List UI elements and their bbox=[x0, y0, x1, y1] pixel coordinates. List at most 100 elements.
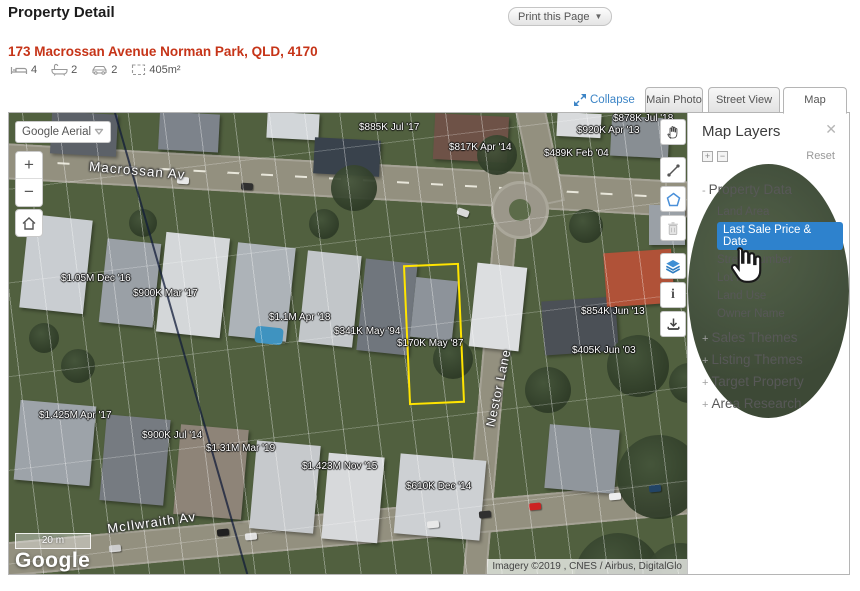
layer-item-lot-plan[interactable]: Lot Plan bbox=[717, 269, 843, 287]
swimming-pool bbox=[254, 326, 284, 346]
cars-attribute: 2 bbox=[91, 63, 117, 76]
download-icon bbox=[666, 317, 681, 332]
sale-price-label: $854K Jun '13 bbox=[581, 306, 645, 317]
sale-price-label: $610K Dec '14 bbox=[406, 481, 471, 492]
chevron-down-icon bbox=[94, 128, 104, 136]
base-layer-selector[interactable]: Google Aerial bbox=[15, 121, 111, 143]
layers-tree: -Property Data Land Area Last Sale Price… bbox=[688, 164, 849, 418]
tree bbox=[331, 165, 377, 211]
layer-item-street-number[interactable]: Street Number bbox=[717, 251, 843, 269]
collapse-link[interactable]: Collapse bbox=[574, 94, 635, 106]
layer-item-owner-name[interactable]: Owner Name bbox=[717, 305, 843, 323]
tree bbox=[569, 209, 603, 243]
info-button[interactable]: i bbox=[660, 282, 686, 308]
car bbox=[609, 492, 622, 500]
map-layers-panel: Map Layers ✕ + − Reset -Property Data La… bbox=[687, 113, 849, 574]
home-button[interactable] bbox=[15, 209, 43, 237]
close-icon[interactable]: ✕ bbox=[825, 123, 837, 135]
delete-trash-button bbox=[660, 215, 686, 241]
delete-trash-icon bbox=[666, 221, 680, 236]
expand-twisty-icon: + bbox=[702, 333, 708, 345]
bath-icon bbox=[51, 63, 68, 76]
panel-title: Map Layers bbox=[702, 123, 780, 140]
map-toolbar: i bbox=[660, 119, 686, 337]
sale-price-label: $489K Feb '04 bbox=[544, 148, 609, 159]
section-property-data[interactable]: -Property Data bbox=[702, 182, 843, 197]
zoom-in-button[interactable]: + bbox=[16, 152, 42, 179]
building-roof bbox=[394, 453, 487, 540]
pan-hand-button[interactable] bbox=[660, 119, 686, 145]
car bbox=[109, 544, 122, 552]
target-property-highlight bbox=[403, 263, 465, 405]
section-sales-themes[interactable]: +Sales Themes bbox=[702, 330, 843, 345]
google-logo[interactable]: Google bbox=[15, 549, 90, 573]
property-address: 173 Macrossan Avenue Norman Park, QLD, 4… bbox=[8, 44, 318, 59]
building-roof bbox=[469, 263, 528, 352]
expand-all-icon[interactable]: + bbox=[702, 151, 713, 162]
map-layers-icon bbox=[665, 258, 681, 274]
draw-polygon-button[interactable] bbox=[660, 186, 686, 212]
sale-price-label: $1.05M Dec '16 bbox=[61, 273, 131, 284]
section-target-property[interactable]: +Target Property bbox=[702, 374, 843, 389]
car bbox=[456, 207, 470, 218]
download-button[interactable] bbox=[660, 311, 686, 337]
zoom-out-button[interactable]: − bbox=[16, 179, 42, 206]
measure-ruler-icon bbox=[666, 163, 681, 178]
map-layers-button[interactable] bbox=[660, 253, 686, 279]
baths-attribute: 2 bbox=[51, 63, 77, 76]
tree bbox=[477, 135, 517, 175]
print-page-button[interactable]: Print this Page ▼ bbox=[508, 7, 612, 26]
sale-price-label: $1.31M Mar '19 bbox=[206, 443, 275, 454]
expand-twisty-icon: + bbox=[702, 377, 708, 389]
building-roof bbox=[266, 113, 319, 140]
car bbox=[649, 484, 662, 492]
section-listing-themes[interactable]: +Listing Themes bbox=[702, 352, 843, 367]
tab-street-view[interactable]: Street View bbox=[708, 87, 780, 113]
collapse-icon bbox=[574, 94, 586, 106]
sale-price-label: $885K Jul '17 bbox=[359, 122, 419, 133]
roundabout bbox=[491, 181, 549, 239]
expand-twisty-icon: + bbox=[702, 355, 708, 367]
land-area-icon bbox=[131, 63, 146, 76]
land-area-attribute: 405m² bbox=[131, 63, 180, 76]
pan-hand-icon bbox=[665, 124, 681, 140]
home-icon bbox=[22, 217, 36, 230]
sale-price-label: $341K May '94 bbox=[334, 326, 400, 337]
building-roof bbox=[544, 424, 619, 494]
dropdown-arrow-icon: ▼ bbox=[595, 12, 603, 21]
collapse-all-icon[interactable]: − bbox=[717, 151, 728, 162]
sale-price-label: $1.1M Apr '18 bbox=[269, 312, 330, 323]
measure-ruler-button[interactable] bbox=[660, 157, 686, 183]
page-title: Property Detail bbox=[8, 4, 115, 21]
sale-price-label: $900K Mar '17 bbox=[133, 288, 198, 299]
building-roof bbox=[156, 232, 230, 338]
sale-price-label: $1.423M Nov '15 bbox=[302, 461, 377, 472]
reset-link[interactable]: Reset bbox=[806, 150, 835, 162]
sale-price-label: $170K May '87 bbox=[397, 338, 463, 349]
layer-item-land-use[interactable]: Land Use bbox=[717, 287, 843, 305]
section-area-research[interactable]: +Area Research bbox=[702, 396, 843, 411]
expand-twisty-icon: + bbox=[702, 399, 708, 411]
map-scale-bar: 20 m bbox=[15, 533, 91, 549]
map-attribution: Imagery ©2019 , CNES / Airbus, DigitalGl… bbox=[487, 559, 687, 574]
layer-item-last-sale-price-date[interactable]: Last Sale Price & Date bbox=[717, 222, 843, 250]
zoom-control: + − bbox=[15, 151, 43, 207]
building-roof bbox=[158, 113, 220, 153]
sale-price-label: $1.425M Apr '17 bbox=[39, 410, 112, 421]
map-frame: Macrossan Av Nestor Lane McIlwraith Av $… bbox=[8, 112, 850, 575]
tree bbox=[669, 363, 687, 403]
building-roof bbox=[99, 414, 170, 505]
car bbox=[479, 510, 492, 518]
sale-price-label: $920K Apr '13 bbox=[577, 125, 640, 136]
layer-item-land-area[interactable]: Land Area bbox=[717, 203, 843, 221]
sale-price-label: $405K Jun '03 bbox=[572, 345, 636, 356]
bed-icon bbox=[10, 63, 28, 76]
property-attributes: 4 2 2 405m² bbox=[10, 63, 181, 76]
aerial-map[interactable]: Macrossan Av Nestor Lane McIlwraith Av $… bbox=[9, 113, 687, 574]
tab-main-photo[interactable]: Main Photo bbox=[645, 87, 703, 113]
car bbox=[217, 528, 230, 536]
tree bbox=[525, 367, 571, 413]
tab-map[interactable]: Map bbox=[783, 87, 847, 114]
car-icon bbox=[91, 63, 108, 76]
car bbox=[241, 183, 253, 191]
